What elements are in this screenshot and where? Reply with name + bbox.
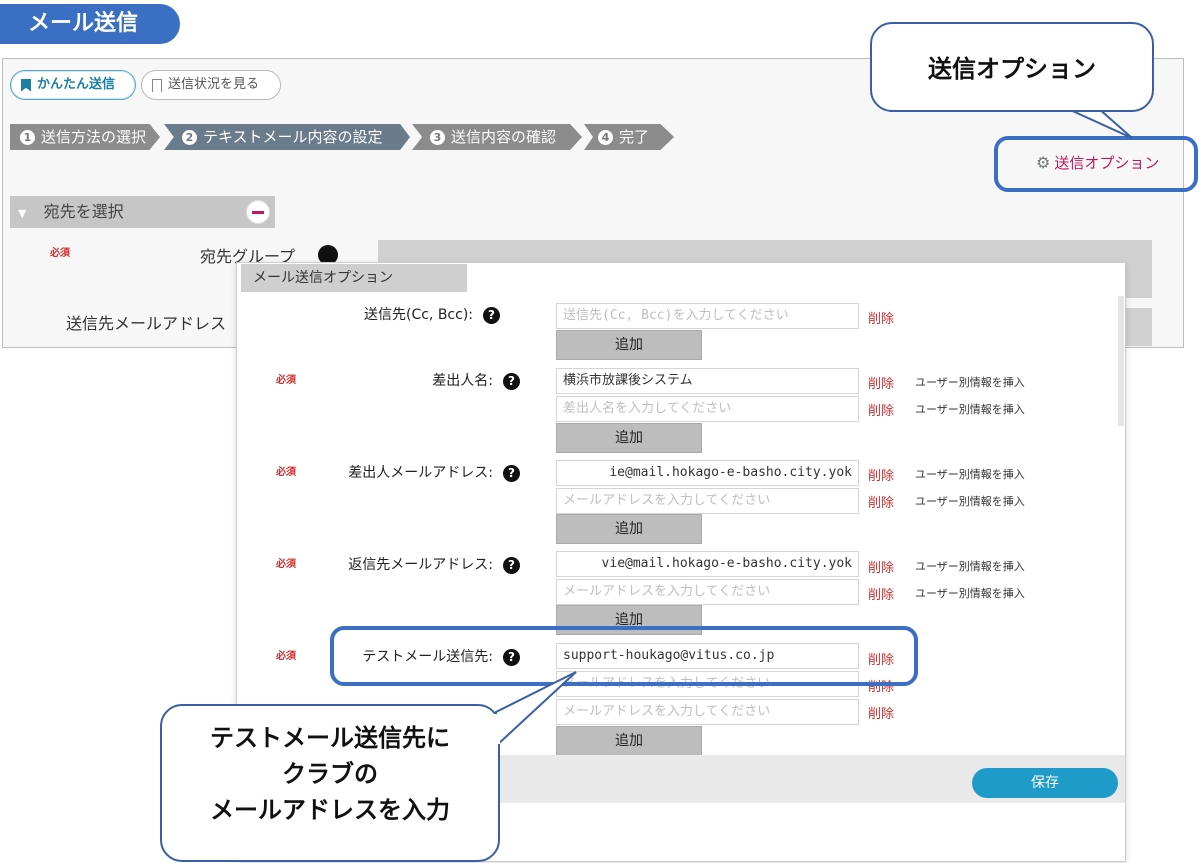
top-callout: 送信オプション	[870, 22, 1154, 112]
bottom-callout-tail	[495, 671, 577, 749]
bottom-callout: テストメール送信先に クラブの メールアドレスを入力	[160, 704, 500, 862]
tail-seam	[1068, 104, 1096, 110]
bottom-callout-line-2: クラブの	[282, 760, 378, 788]
bottom-callout-line-3: メールアドレスを入力	[210, 796, 450, 824]
tail-seam	[494, 714, 500, 744]
bottom-callout-line-1: テストメール送信先に	[210, 724, 450, 752]
